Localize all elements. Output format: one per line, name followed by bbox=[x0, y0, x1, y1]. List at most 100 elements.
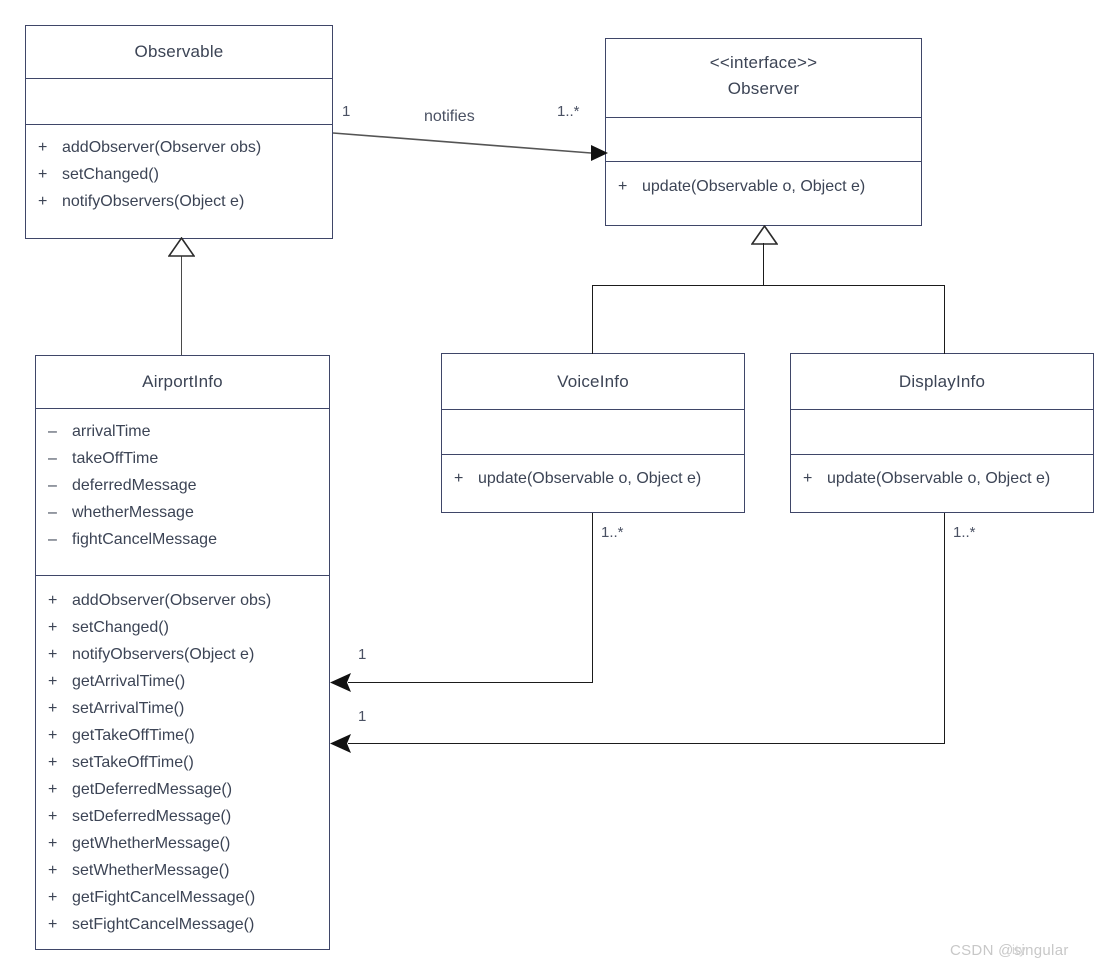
visibility-marker: + bbox=[48, 835, 58, 852]
visibility-marker: + bbox=[48, 673, 58, 690]
visibility-marker: – bbox=[48, 531, 57, 548]
method-row: + getWhetherMessage() bbox=[36, 830, 329, 857]
method-signature: update(Observable o, Object e) bbox=[478, 470, 702, 487]
class-box-observer[interactable]: <<interface>> Observer + update(Observab… bbox=[605, 38, 922, 226]
attribute-name: deferredMessage bbox=[72, 477, 197, 494]
visibility-marker: + bbox=[48, 700, 58, 717]
method-list-voiceinfo: + update(Observable o, Object e) bbox=[442, 455, 744, 504]
attributes-compartment-voiceinfo bbox=[442, 409, 744, 454]
method-signature: setTakeOffTime() bbox=[72, 754, 194, 771]
multiplicity-observer-notifies: 1..* bbox=[557, 103, 580, 120]
visibility-marker: + bbox=[618, 178, 628, 195]
attribute-list-airportinfo: – arrivalTime – takeOffTime – deferredMe… bbox=[36, 409, 329, 565]
class-name-voiceinfo: VoiceInfo bbox=[557, 372, 629, 391]
attribute-row: – fightCancelMessage bbox=[36, 526, 329, 553]
watermark-text: CSDN @singular bbox=[950, 942, 1069, 959]
visibility-marker: + bbox=[803, 470, 813, 487]
method-list-observable: + addObserver(Observer obs) + setChanged… bbox=[26, 125, 332, 227]
class-name-compartment-voiceinfo: VoiceInfo bbox=[442, 354, 744, 409]
watermark-csdn: CSDN @singular ity bbox=[950, 942, 1069, 959]
method-signature: getWhetherMessage() bbox=[72, 835, 231, 852]
generalization-branch-voiceinfo bbox=[592, 285, 594, 354]
method-signature: getDeferredMessage() bbox=[72, 781, 233, 798]
generalization-branch-displayinfo bbox=[944, 285, 946, 354]
visibility-marker: – bbox=[48, 423, 57, 440]
association-line-displayinfo-vertical bbox=[944, 513, 946, 744]
watermark-overlay-text: ity bbox=[1012, 942, 1026, 957]
visibility-marker: + bbox=[48, 619, 58, 636]
visibility-marker: + bbox=[48, 727, 58, 744]
association-line-voiceinfo-horizontal bbox=[348, 682, 593, 684]
method-row: + addObserver(Observer obs) bbox=[26, 134, 332, 161]
method-row: + getTakeOffTime() bbox=[36, 722, 329, 749]
method-row: + addObserver(Observer obs) bbox=[36, 587, 329, 614]
attribute-row: – whetherMessage bbox=[36, 499, 329, 526]
attribute-row: – arrivalTime bbox=[36, 418, 329, 445]
visibility-marker: + bbox=[48, 889, 58, 906]
class-box-displayinfo[interactable]: DisplayInfo + update(Observable o, Objec… bbox=[790, 353, 1094, 513]
multiplicity-airportinfo-voice-association: 1 bbox=[358, 646, 367, 663]
class-name-compartment-observer: <<interface>> Observer bbox=[606, 39, 921, 117]
method-list-displayinfo: + update(Observable o, Object e) bbox=[791, 455, 1093, 504]
class-name-observer: Observer bbox=[727, 79, 800, 98]
visibility-marker: + bbox=[48, 916, 58, 933]
method-row: + notifyObservers(Object e) bbox=[36, 641, 329, 668]
visibility-marker: – bbox=[48, 477, 57, 494]
visibility-marker: + bbox=[48, 592, 58, 609]
method-row: + setDeferredMessage() bbox=[36, 803, 329, 830]
multiplicity-voiceinfo-association: 1..* bbox=[601, 524, 624, 541]
method-signature: setChanged() bbox=[62, 166, 159, 183]
generalization-triangle-observable bbox=[168, 237, 195, 257]
class-name-compartment-displayinfo: DisplayInfo bbox=[791, 354, 1093, 409]
visibility-marker: + bbox=[48, 754, 58, 771]
method-list-airportinfo: + addObserver(Observer obs) + setChanged… bbox=[36, 576, 329, 950]
attribute-name: takeOffTime bbox=[72, 450, 159, 467]
method-signature: addObserver(Observer obs) bbox=[72, 592, 272, 609]
method-signature: getFightCancelMessage() bbox=[72, 889, 256, 906]
method-signature: setFightCancelMessage() bbox=[72, 916, 255, 933]
visibility-marker: + bbox=[48, 781, 58, 798]
method-row: + getArrivalTime() bbox=[36, 668, 329, 695]
association-arrowhead-displayinfo-to-airportinfo bbox=[330, 734, 351, 753]
class-box-voiceinfo[interactable]: VoiceInfo + update(Observable o, Object … bbox=[441, 353, 745, 513]
methods-compartment-airportinfo: + addObserver(Observer obs) + setChanged… bbox=[36, 575, 329, 948]
visibility-marker: + bbox=[48, 646, 58, 663]
visibility-marker: + bbox=[454, 470, 464, 487]
method-signature: update(Observable o, Object e) bbox=[827, 470, 1051, 487]
method-signature: setArrivalTime() bbox=[72, 700, 185, 717]
method-row: + setFightCancelMessage() bbox=[36, 911, 329, 938]
visibility-marker: + bbox=[38, 166, 48, 183]
method-signature: getArrivalTime() bbox=[72, 673, 186, 690]
visibility-marker: + bbox=[48, 808, 58, 825]
method-row: + setTakeOffTime() bbox=[36, 749, 329, 776]
association-arrowhead-voiceinfo-to-airportinfo bbox=[330, 673, 351, 692]
association-line-displayinfo-horizontal bbox=[348, 743, 945, 745]
class-name-compartment-observable: Observable bbox=[26, 26, 332, 78]
multiplicity-observable-notifies: 1 bbox=[342, 103, 351, 120]
method-signature: notifyObservers(Object e) bbox=[62, 193, 245, 210]
class-name-compartment-airportinfo: AirportInfo bbox=[36, 356, 329, 408]
method-row: + setWhetherMessage() bbox=[36, 857, 329, 884]
visibility-marker: + bbox=[38, 139, 48, 156]
generalization-triangle-observer bbox=[751, 225, 778, 245]
multiplicity-airportinfo-display-association: 1 bbox=[358, 708, 367, 725]
generalization-line-airportinfo-observable bbox=[181, 255, 183, 355]
visibility-marker: – bbox=[48, 450, 57, 467]
methods-compartment-voiceinfo: + update(Observable o, Object e) bbox=[442, 454, 744, 514]
method-row: + update(Observable o, Object e) bbox=[791, 465, 1093, 492]
attributes-compartment-observer bbox=[606, 117, 921, 161]
generalization-stem-observer bbox=[763, 243, 765, 286]
association-label-notifies: notifies bbox=[424, 108, 475, 125]
attribute-name: arrivalTime bbox=[72, 423, 151, 440]
method-row: + update(Observable o, Object e) bbox=[442, 465, 744, 492]
class-stereotype-observer: <<interface>> bbox=[709, 53, 818, 72]
visibility-marker: – bbox=[48, 504, 57, 521]
class-box-observable[interactable]: Observable + addObserver(Observer obs) +… bbox=[25, 25, 333, 239]
class-box-airportinfo[interactable]: AirportInfo – arrivalTime – takeOffTime … bbox=[35, 355, 330, 950]
method-row: + update(Observable o, Object e) bbox=[606, 173, 921, 200]
method-row: + setChanged() bbox=[36, 614, 329, 641]
class-name-observable: Observable bbox=[134, 42, 224, 61]
methods-compartment-observable: + addObserver(Observer obs) + setChanged… bbox=[26, 124, 332, 238]
method-row: + setChanged() bbox=[26, 161, 332, 188]
method-row: + setArrivalTime() bbox=[36, 695, 329, 722]
